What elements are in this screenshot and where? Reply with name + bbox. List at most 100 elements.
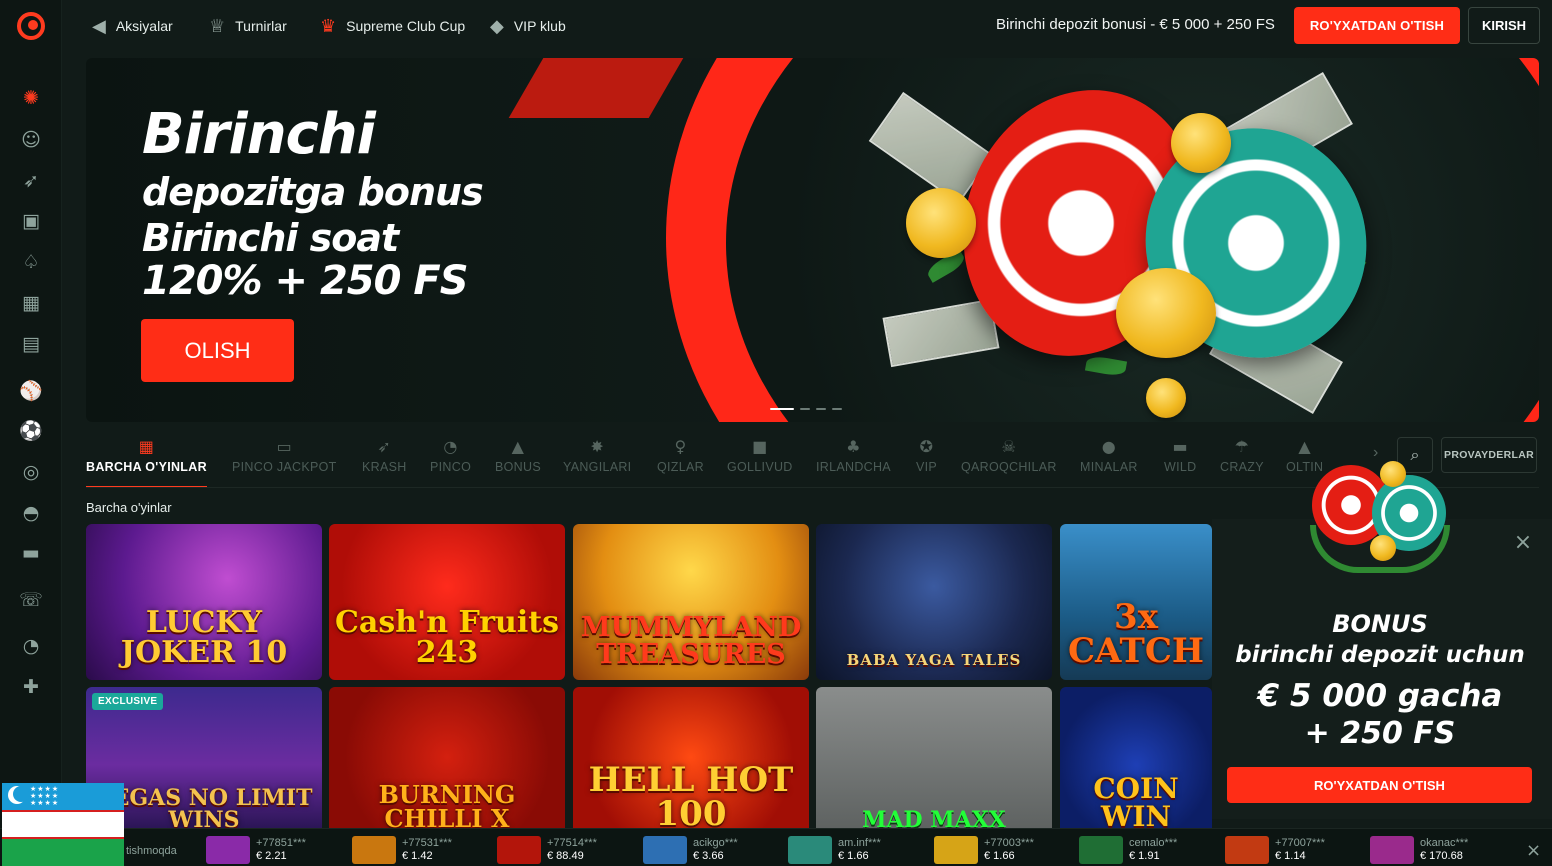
game-card[interactable]: COIN WIN xyxy=(1060,687,1212,843)
crazy-icon: ☂ xyxy=(1234,437,1250,456)
olish-button[interactable]: OLISH xyxy=(141,319,294,382)
pinco-icon[interactable]: ◔ xyxy=(18,633,44,659)
game-title: Cash'n Fruits 243 xyxy=(335,605,559,670)
language-flag-icon[interactable]: ★★★★ ★★★★ ★★★★ xyxy=(2,783,124,866)
hero-line-3: 120% + 250 FS xyxy=(142,258,468,304)
gamepad-icon[interactable]: ◓ xyxy=(18,500,44,526)
tab-pinco-jackpot[interactable]: ▭ PINCO JACKPOT xyxy=(232,430,337,482)
game-thumbnail xyxy=(934,836,978,864)
game-thumbnail xyxy=(206,836,250,864)
decor-shard xyxy=(508,58,684,118)
tab-vip[interactable]: ✪ VIP xyxy=(916,430,937,482)
winner-amount: € 1.91 xyxy=(1129,850,1160,862)
tab-label: MINALAR xyxy=(1080,460,1138,474)
sport-icon[interactable]: ⚾ xyxy=(18,378,44,404)
tab-qaroqchilar[interactable]: ☠ QAROQCHILAR xyxy=(961,430,1057,482)
slider-dot[interactable] xyxy=(770,408,794,410)
game-card[interactable]: BABA YAGA TALES xyxy=(816,524,1052,680)
gift-icon[interactable]: ✚ xyxy=(18,674,44,700)
news-icon[interactable]: ▬ xyxy=(18,540,44,566)
winner-info: okanac*** € 170.68 xyxy=(1420,836,1468,864)
megaphone-icon: ◀ xyxy=(92,15,106,37)
winner-info: +77514*** € 88.49 xyxy=(547,836,597,864)
tab-yangilari[interactable]: ✸ YANGILARI xyxy=(563,430,631,482)
tab-crazy[interactable]: ☂ CRAZY xyxy=(1220,430,1264,482)
game-card[interactable]: LUCKY JOKER 10 xyxy=(86,524,322,680)
slider-dots xyxy=(770,408,842,410)
winner-item[interactable]: +77851*** € 2.21 xyxy=(206,836,306,864)
support-icon[interactable]: ☏ xyxy=(18,587,44,613)
winner-amount: € 1.66 xyxy=(838,850,869,862)
login-button[interactable]: KIRISH xyxy=(1468,7,1540,44)
chips-image xyxy=(1300,455,1460,580)
winner-item[interactable]: +77007*** € 1.14 xyxy=(1225,836,1325,864)
trophy-icon: ♕ xyxy=(209,15,226,37)
gold-coin xyxy=(1116,268,1216,358)
target-icon[interactable]: ◎ xyxy=(18,459,44,485)
winner-item[interactable]: cemalo*** € 1.91 xyxy=(1079,836,1177,864)
tab-gollivud[interactable]: ■ GOLLIVUD xyxy=(727,430,793,482)
gold-coin xyxy=(1171,113,1231,173)
exclusive-badge: EXCLUSIVE xyxy=(92,693,164,710)
winner-item[interactable]: +77003*** € 1.66 xyxy=(934,836,1034,864)
wild-icon: ▬ xyxy=(1172,437,1188,456)
tab-irlandcha[interactable]: ♣ IRLANDCHA xyxy=(816,430,891,482)
skull-icon: ☠ xyxy=(1001,437,1017,456)
clover-icon: ♣ xyxy=(846,437,861,456)
tab-label: YANGILARI xyxy=(563,460,632,474)
nav-aksiyalar[interactable]: ◀ Aksiyalar xyxy=(92,14,173,38)
nav-vip-klub[interactable]: ◆ VIP klub xyxy=(490,14,566,38)
tab-bonus[interactable]: ▲ BONUS xyxy=(495,430,541,482)
gold-coin xyxy=(1370,535,1396,561)
casino-icon[interactable]: ✺ xyxy=(18,85,44,111)
game-card[interactable]: MAD MAXX xyxy=(816,687,1052,843)
cards-icon[interactable]: ▤ xyxy=(18,331,44,357)
lottery-icon[interactable]: ▦ xyxy=(18,290,44,316)
winner-item[interactable]: am.inf*** € 1.66 xyxy=(788,836,881,864)
game-card[interactable]: 3x CATCH xyxy=(1060,524,1212,680)
tab-krash[interactable]: ➶ KRASH xyxy=(362,430,407,482)
winner-item[interactable]: +77531*** € 1.42 xyxy=(352,836,452,864)
winner-user: +77531*** xyxy=(402,837,452,849)
game-card[interactable]: Cash'n Fruits 243 xyxy=(329,524,565,680)
football-icon[interactable]: ⚽ xyxy=(18,418,44,444)
winner-user: +77003*** xyxy=(984,837,1034,849)
tab-wild[interactable]: ▬ WILD xyxy=(1164,430,1196,482)
popup-register-button[interactable]: RO'YXATDAN O'TISH xyxy=(1227,767,1532,803)
game-card[interactable]: HELL HOT 100 xyxy=(573,687,809,843)
tab-pinco[interactable]: ◔ PINCO xyxy=(430,430,471,482)
tab-minalar[interactable]: ● MINALAR xyxy=(1080,430,1138,482)
slider-dot[interactable] xyxy=(800,408,810,410)
winner-info: cemalo*** € 1.91 xyxy=(1129,836,1177,864)
winner-item[interactable]: +77514*** € 88.49 xyxy=(497,836,597,864)
tab-barcha-oyinlar[interactable]: ▦ BARCHA O'YINLAR xyxy=(86,430,207,488)
nav-supreme-club-cup[interactable]: ♛ Supreme Club Cup xyxy=(320,14,465,38)
tv-games-icon[interactable]: ▣ xyxy=(18,208,44,234)
register-button[interactable]: RO'YXATDAN O'TISH xyxy=(1294,7,1460,44)
rocket-icon[interactable]: ➶ xyxy=(18,168,44,194)
slider-dot[interactable] xyxy=(832,408,842,410)
winner-info: +77531*** € 1.42 xyxy=(402,836,452,864)
tab-label: GOLLIVUD xyxy=(727,460,793,474)
close-icon[interactable]: × xyxy=(1526,840,1541,861)
game-thumbnail xyxy=(1370,836,1414,864)
nav-turnirlar[interactable]: ♕ Turnirlar xyxy=(209,14,287,38)
tab-label: PINCO JACKPOT xyxy=(232,460,337,474)
winner-item[interactable]: acikgo*** € 3.66 xyxy=(643,836,738,864)
game-thumbnail xyxy=(1079,836,1123,864)
popup-title: BONUS xyxy=(1332,610,1428,638)
close-icon[interactable]: × xyxy=(1512,532,1534,554)
slider-dot[interactable] xyxy=(816,408,826,410)
tab-qizlar[interactable]: ♀ QIZLAR xyxy=(657,430,704,482)
dealer-icon[interactable]: ☺ xyxy=(18,127,44,153)
game-title: LUCKY JOKER 10 xyxy=(120,605,288,670)
winner-item[interactable]: okanac*** € 170.68 xyxy=(1370,836,1468,864)
logo-icon[interactable] xyxy=(17,12,45,40)
camera-icon: ■ xyxy=(752,437,768,456)
winner-user: +77007*** xyxy=(1275,837,1325,849)
game-card[interactable]: MUMMYLAND TREASURES xyxy=(573,524,809,680)
game-card[interactable]: BURNING CHILLI X xyxy=(329,687,565,843)
poker-icon[interactable]: ♤ xyxy=(18,249,44,275)
hero-banner[interactable]: Birinchi depozitga bonus Birinchi soat 1… xyxy=(86,58,1539,422)
nav-label: VIP klub xyxy=(513,18,566,34)
